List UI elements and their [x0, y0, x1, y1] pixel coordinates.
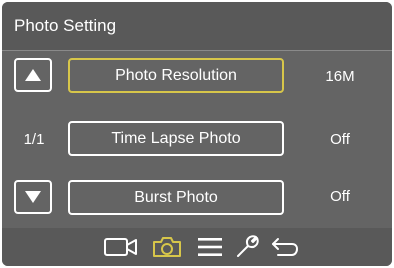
menu-icon [198, 238, 222, 256]
settings-button[interactable] [232, 234, 262, 260]
menu-item-time-lapse-photo[interactable]: Time Lapse Photo [68, 121, 284, 156]
back-button[interactable] [268, 234, 302, 260]
scroll-up-button[interactable] [14, 58, 52, 92]
burst-photo-value: Off [330, 188, 350, 205]
video-camera-icon [104, 238, 137, 256]
page-indicator: 1/1 [23, 131, 45, 148]
menu-item-label: Burst Photo [134, 188, 218, 206]
video-mode-button[interactable] [102, 234, 140, 260]
menu-button[interactable] [196, 234, 224, 260]
header: Photo Setting [2, 2, 392, 50]
menu-item-label: Photo Resolution [115, 66, 237, 84]
mode-bar [2, 228, 392, 266]
menu-item-label: Time Lapse Photo [111, 129, 241, 147]
page-title: Photo Setting [14, 16, 117, 35]
arrow-up-icon [25, 69, 41, 81]
photo-setting-screen: Photo Setting 1/1 Photo Resolution 16M T… [2, 2, 392, 266]
time-lapse-photo-value: Off [330, 131, 350, 148]
wrench-icon [237, 235, 259, 257]
camera-icon [153, 237, 181, 257]
scroll-down-button[interactable] [14, 180, 52, 214]
menu-item-photo-resolution[interactable]: Photo Resolution [68, 58, 284, 93]
photo-resolution-value: 16M [325, 68, 355, 85]
menu-item-burst-photo[interactable]: Burst Photo [68, 180, 284, 215]
photo-mode-button[interactable] [150, 234, 184, 260]
header-divider [2, 50, 392, 51]
arrow-down-icon [25, 191, 41, 203]
back-icon [272, 238, 299, 256]
